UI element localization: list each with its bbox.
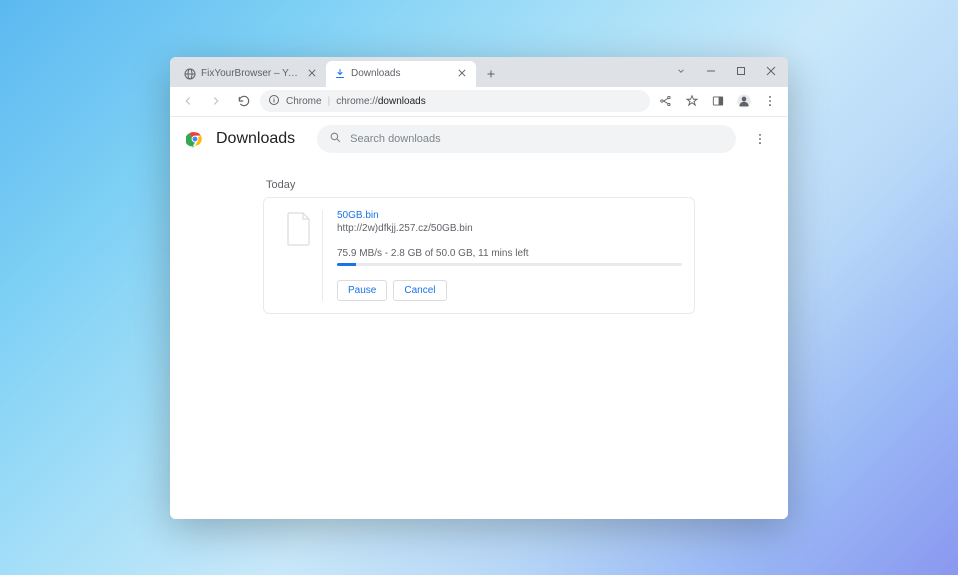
- tab-title: Downloads: [351, 68, 453, 79]
- download-filename[interactable]: 50GB.bin: [337, 210, 682, 221]
- download-body: 50GB.bin http://2w)dfkjj.257.cz/50GB.bin…: [322, 210, 682, 301]
- progress-bar: [337, 263, 682, 266]
- new-tab-button[interactable]: [480, 63, 502, 85]
- download-actions: Pause Cancel: [337, 280, 682, 301]
- close-button[interactable]: [756, 59, 786, 83]
- url-path: downloads: [378, 96, 426, 107]
- url-chrome-label: Chrome: [286, 96, 322, 107]
- close-icon[interactable]: [458, 69, 468, 79]
- globe-icon: [184, 68, 196, 80]
- download-icon: [334, 68, 346, 80]
- omnibox[interactable]: Chrome | chrome://downloads: [260, 90, 650, 112]
- reload-button[interactable]: [232, 89, 256, 113]
- site-info-icon[interactable]: [268, 94, 280, 109]
- url-host: chrome://: [336, 96, 378, 107]
- search-input[interactable]: Search downloads: [317, 125, 736, 153]
- page-menu-icon[interactable]: [748, 127, 772, 151]
- progress-fill: [337, 263, 356, 266]
- pause-button[interactable]: Pause: [337, 280, 387, 301]
- page-content: Downloads Search downloads Today 50GB.bi…: [170, 117, 788, 519]
- section-label: Today: [266, 179, 788, 191]
- bookmark-icon[interactable]: [680, 89, 704, 113]
- back-button[interactable]: [176, 89, 200, 113]
- window-controls: [666, 59, 788, 83]
- minimize-button[interactable]: [696, 59, 726, 83]
- search-placeholder: Search downloads: [350, 133, 441, 145]
- chrome-logo-icon: [186, 130, 204, 148]
- tab-inactive[interactable]: FixYourBrowser – Your Trusted C…: [176, 61, 326, 87]
- toolbar-actions: [654, 89, 782, 113]
- titlebar: FixYourBrowser – Your Trusted C… Downloa…: [170, 57, 788, 87]
- close-icon[interactable]: [308, 69, 318, 79]
- maximize-button[interactable]: [726, 59, 756, 83]
- tab-strip: FixYourBrowser – Your Trusted C… Downloa…: [170, 57, 666, 87]
- tab-active[interactable]: Downloads: [326, 61, 476, 87]
- cancel-button[interactable]: Cancel: [393, 280, 446, 301]
- file-icon-column: [276, 210, 322, 301]
- share-icon[interactable]: [654, 89, 678, 113]
- profile-icon[interactable]: [732, 89, 756, 113]
- search-icon: [329, 131, 342, 147]
- chevron-down-icon[interactable]: [666, 59, 696, 83]
- download-status: 75.9 MB/s - 2.8 GB of 50.0 GB, 11 mins l…: [337, 248, 682, 259]
- download-card: 50GB.bin http://2w)dfkjj.257.cz/50GB.bin…: [263, 197, 695, 314]
- browser-window: FixYourBrowser – Your Trusted C… Downloa…: [170, 57, 788, 519]
- tab-title: FixYourBrowser – Your Trusted C…: [201, 68, 303, 79]
- side-panel-icon[interactable]: [706, 89, 730, 113]
- menu-icon[interactable]: [758, 89, 782, 113]
- file-icon: [285, 212, 313, 246]
- url-divider: |: [328, 96, 331, 107]
- download-source-url: http://2w)dfkjj.257.cz/50GB.bin: [337, 223, 682, 234]
- page-header: Downloads Search downloads: [170, 117, 788, 161]
- page-title: Downloads: [216, 130, 295, 148]
- toolbar: Chrome | chrome://downloads: [170, 87, 788, 117]
- forward-button[interactable]: [204, 89, 228, 113]
